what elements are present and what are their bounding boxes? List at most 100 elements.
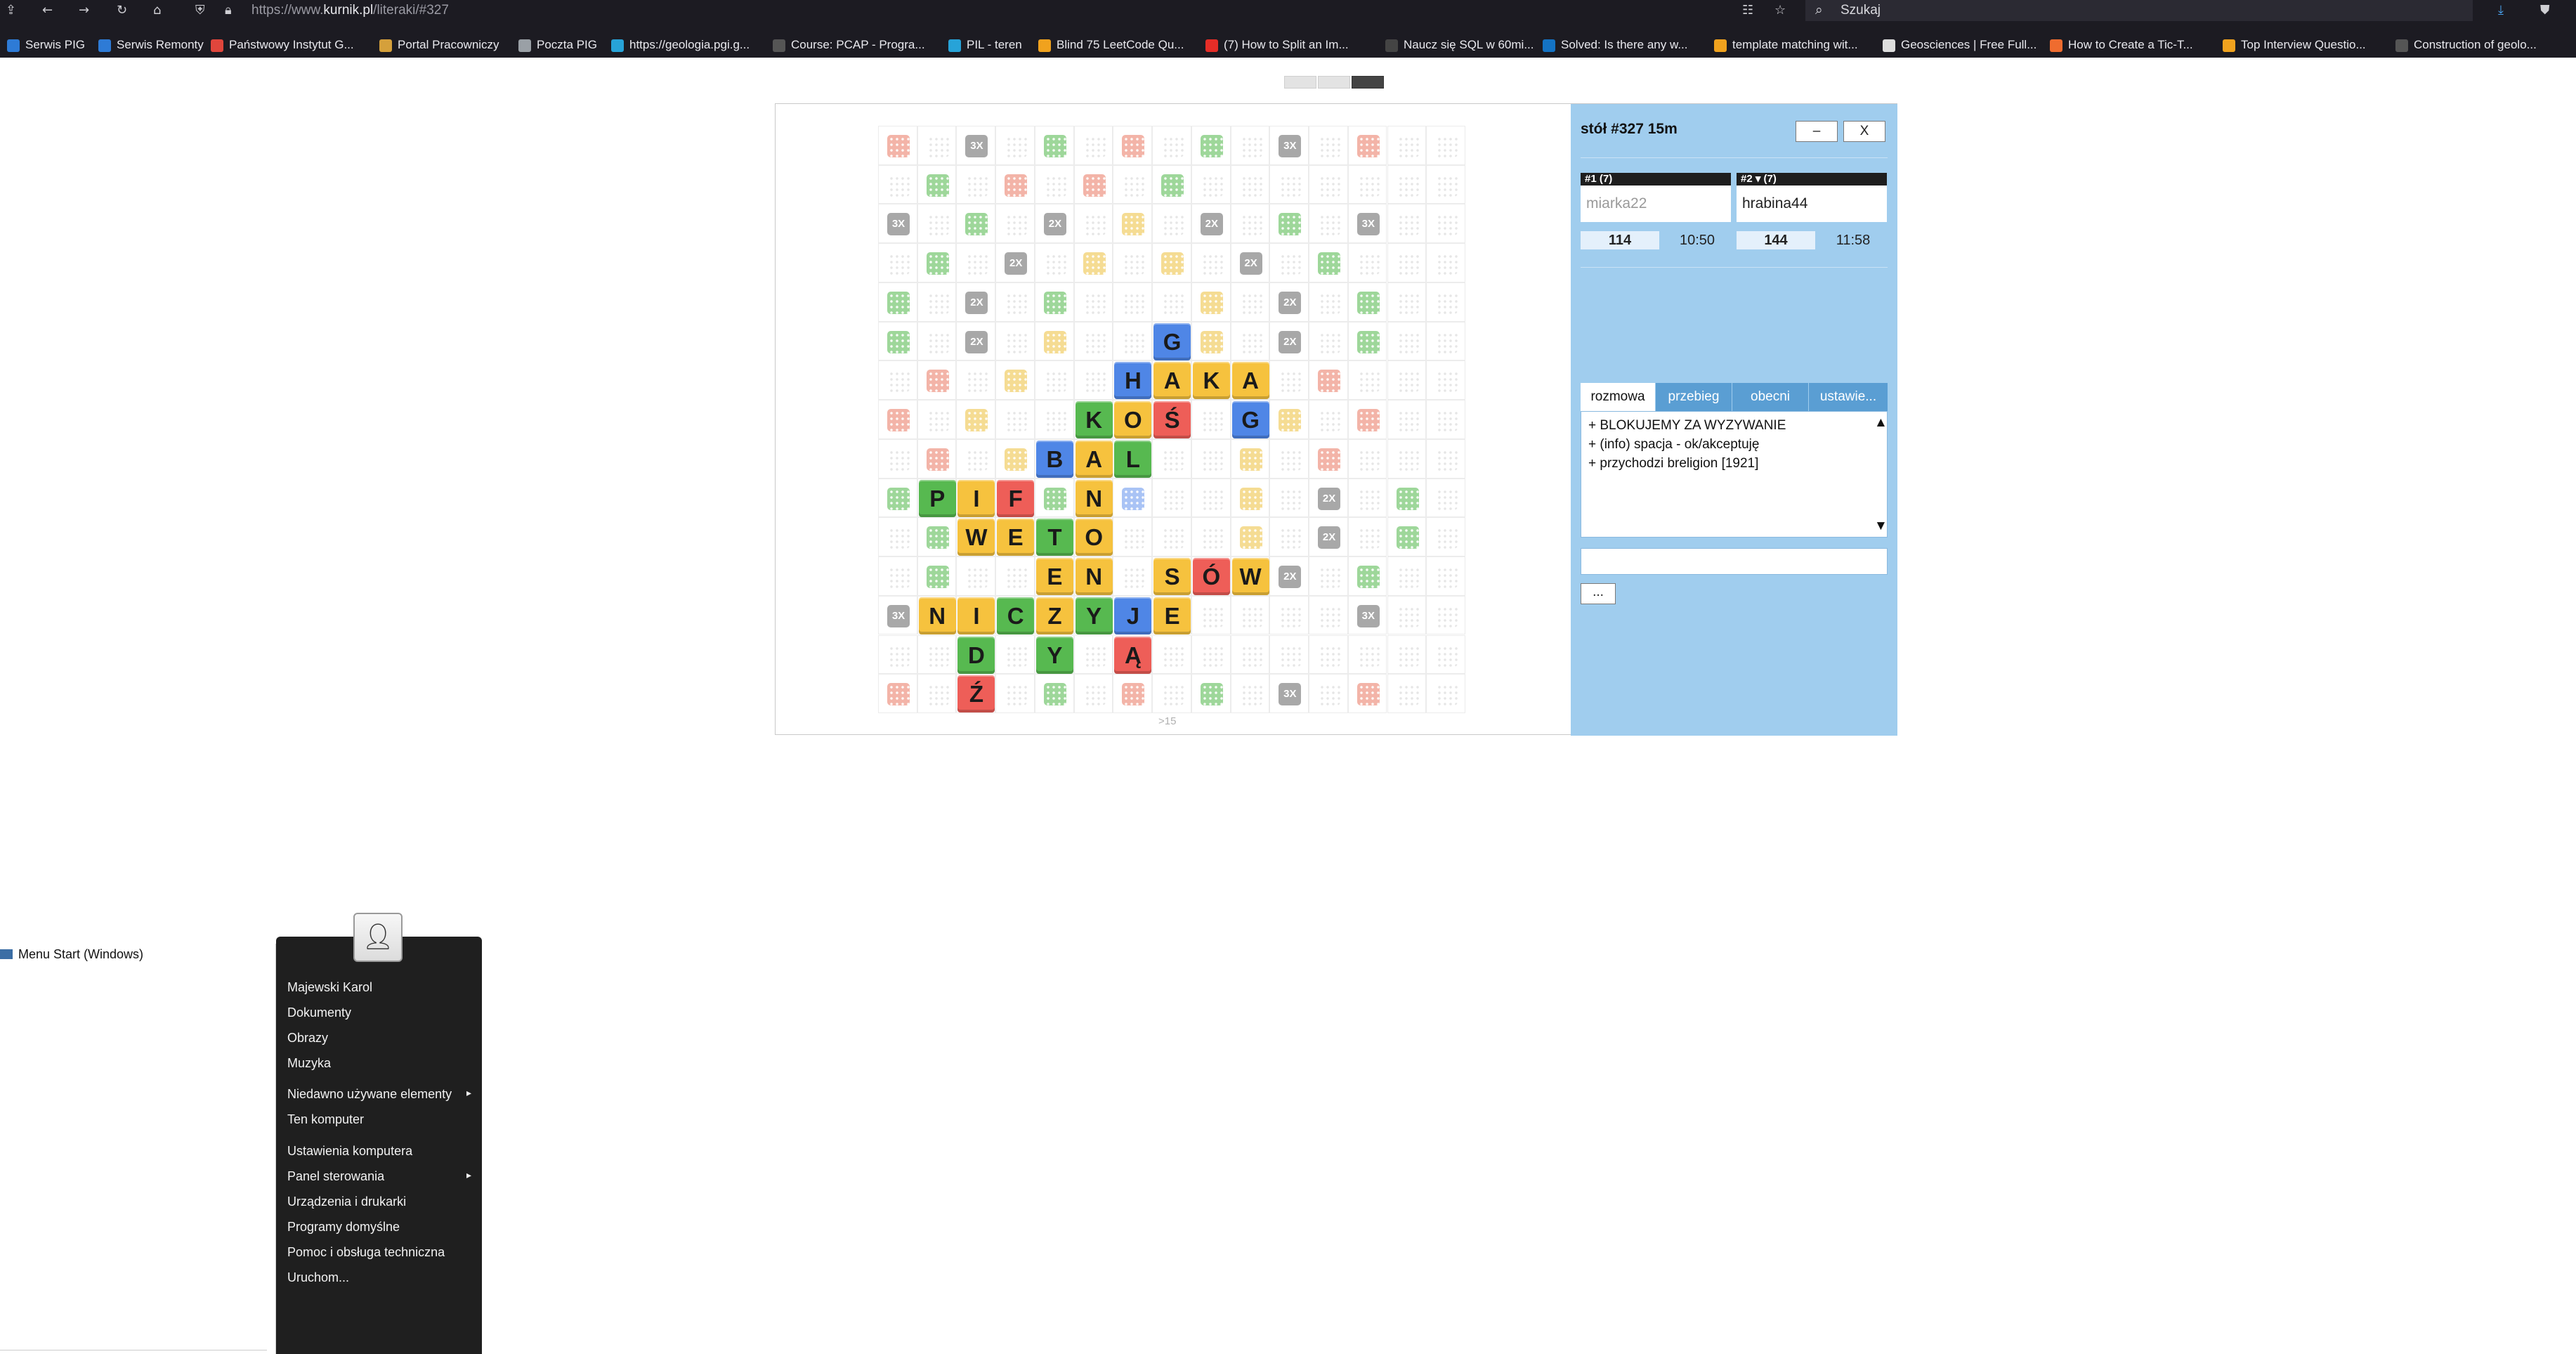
board-cell[interactable]: 3X xyxy=(956,126,996,165)
url-bar[interactable]: https://www.kurnik.pl/literaki/#327 xyxy=(251,1,449,20)
translate-icon[interactable]: ☷ xyxy=(1742,2,1753,19)
board-cell[interactable]: N xyxy=(1073,556,1113,596)
board-cell[interactable] xyxy=(1113,282,1153,322)
board-cell[interactable] xyxy=(1309,674,1348,713)
board-cell[interactable] xyxy=(995,126,1035,165)
board-cell[interactable]: 2X xyxy=(1309,517,1348,557)
board-cell[interactable]: 3X xyxy=(1347,595,1387,635)
letter-tile[interactable]: W xyxy=(1231,558,1269,596)
board-cell[interactable]: 2X xyxy=(1269,321,1309,361)
board-cell[interactable] xyxy=(995,164,1035,204)
game-board[interactable]: 3X 3X 3X 2X 2X 3X 2X 2X 2X 2X 2X G 2X H A K A K O Ś G B A L P I F N… xyxy=(878,126,1465,713)
nav-active-button[interactable] xyxy=(1352,76,1384,89)
letter-tile[interactable]: Z xyxy=(1035,597,1073,634)
letter-tile[interactable]: B xyxy=(1035,440,1073,478)
letter-tile[interactable]: D xyxy=(957,636,995,674)
board-cell[interactable] xyxy=(1426,204,1465,244)
board-cell[interactable] xyxy=(1309,634,1348,675)
start-menu-item[interactable]: Panel sterowania ▸ xyxy=(287,1169,471,1184)
board-cell[interactable] xyxy=(1269,204,1309,244)
board-cell[interactable] xyxy=(1191,517,1231,557)
board-cell[interactable] xyxy=(1113,164,1153,204)
board-cell[interactable] xyxy=(1387,126,1427,165)
board-cell[interactable] xyxy=(1269,634,1309,675)
search-bar[interactable]: ⌕ Szukaj xyxy=(1805,0,2473,21)
board-cell[interactable] xyxy=(1269,438,1309,479)
board-cell[interactable] xyxy=(1309,360,1348,401)
board-cell[interactable] xyxy=(1426,321,1465,361)
board-cell[interactable] xyxy=(1387,634,1427,675)
board-cell[interactable]: G xyxy=(1152,321,1191,361)
board-cell[interactable] xyxy=(878,478,917,518)
board-cell[interactable] xyxy=(1152,204,1191,244)
board-cell[interactable]: I xyxy=(956,478,996,518)
letter-tile[interactable]: P xyxy=(918,479,956,517)
board-cell[interactable] xyxy=(1152,674,1191,713)
board-cell[interactable]: L xyxy=(1113,438,1153,479)
board-cell[interactable]: W xyxy=(956,517,996,557)
board-cell[interactable]: S xyxy=(1152,556,1191,596)
letter-tile[interactable]: A xyxy=(1075,440,1113,478)
board-cell[interactable] xyxy=(1387,400,1427,439)
letter-tile[interactable]: G xyxy=(1153,323,1191,360)
board-cell[interactable] xyxy=(1034,321,1074,361)
letter-tile[interactable]: A xyxy=(1153,362,1191,400)
bookmark-item[interactable]: Geosciences | Free Full... xyxy=(1883,32,2036,58)
letter-tile[interactable]: Y xyxy=(1035,636,1073,674)
board-cell[interactable] xyxy=(1426,595,1465,635)
board-cell[interactable] xyxy=(1152,634,1191,675)
board-cell[interactable] xyxy=(1426,400,1465,439)
board-cell[interactable] xyxy=(878,164,917,204)
board-cell[interactable] xyxy=(1152,282,1191,322)
board-cell[interactable] xyxy=(1113,243,1153,282)
board-cell[interactable] xyxy=(1426,674,1465,713)
letter-tile[interactable]: O xyxy=(1075,519,1113,556)
letter-tile[interactable]: N xyxy=(1075,479,1113,517)
board-cell[interactable] xyxy=(995,400,1035,439)
start-menu-item[interactable]: Niedawno używane elementy ▸ xyxy=(287,1087,471,1102)
board-cell[interactable] xyxy=(1426,478,1465,518)
board-cell[interactable]: D xyxy=(956,634,996,675)
letter-tile[interactable]: K xyxy=(1192,362,1230,400)
board-cell[interactable] xyxy=(1309,126,1348,165)
board-cell[interactable] xyxy=(1309,595,1348,635)
bookmark-item[interactable]: Solved: Is there any w... xyxy=(1543,32,1687,58)
board-cell[interactable] xyxy=(1347,517,1387,557)
board-cell[interactable] xyxy=(1309,204,1348,244)
scroll-down-icon[interactable]: ▼ xyxy=(1874,516,1888,535)
board-cell[interactable]: Ó xyxy=(1191,556,1231,596)
board-cell[interactable] xyxy=(1230,438,1270,479)
board-cell[interactable]: K xyxy=(1191,360,1231,401)
letter-tile[interactable]: G xyxy=(1231,401,1269,439)
board-cell[interactable] xyxy=(878,674,917,713)
board-cell[interactable] xyxy=(1152,438,1191,479)
board-cell[interactable] xyxy=(878,126,917,165)
board-cell[interactable] xyxy=(917,282,957,322)
letter-tile[interactable]: W xyxy=(957,519,995,556)
board-cell[interactable]: Ą xyxy=(1113,634,1153,675)
board-cell[interactable]: Ś xyxy=(1152,400,1191,439)
board-cell[interactable]: A xyxy=(1230,360,1270,401)
board-cell[interactable] xyxy=(1269,243,1309,282)
board-cell[interactable] xyxy=(1230,634,1270,675)
board-cell[interactable] xyxy=(1191,164,1231,204)
board-cell[interactable] xyxy=(995,438,1035,479)
board-cell[interactable] xyxy=(917,243,957,282)
letter-tile[interactable]: K xyxy=(1075,401,1113,439)
board-cell[interactable] xyxy=(1230,204,1270,244)
board-cell[interactable]: G xyxy=(1230,400,1270,439)
board-cell[interactable] xyxy=(878,517,917,557)
board-cell[interactable] xyxy=(995,634,1035,675)
board-cell[interactable] xyxy=(1230,126,1270,165)
board-cell[interactable] xyxy=(1387,478,1427,518)
board-cell[interactable]: 3X xyxy=(878,204,917,244)
board-cell[interactable] xyxy=(917,164,957,204)
letter-tile[interactable]: I xyxy=(957,597,995,634)
start-menu-item[interactable]: Urządzenia i drukarki xyxy=(287,1194,406,1209)
bookmark-item[interactable]: Top Interview Questio... xyxy=(2223,32,2366,58)
board-cell[interactable] xyxy=(917,360,957,401)
letter-tile[interactable]: Y xyxy=(1075,597,1113,634)
board-cell[interactable] xyxy=(1113,517,1153,557)
board-cell[interactable] xyxy=(995,360,1035,401)
board-cell[interactable] xyxy=(1387,243,1427,282)
